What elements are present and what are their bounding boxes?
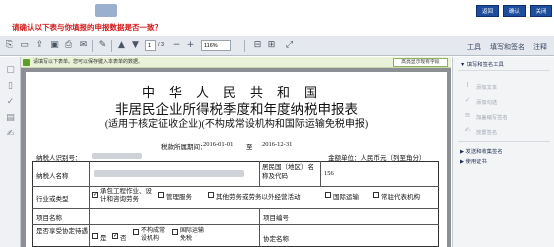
industry-label: 行业或类型 — [36, 196, 69, 203]
period-from[interactable]: 2016-01-01 — [203, 141, 233, 148]
industry-checkbox-management[interactable] — [158, 192, 164, 198]
add-check-item[interactable]: 添加勾选 — [476, 98, 497, 106]
form-subtitle: (适用于核定征收企业)(不构成常设机构和国际运输免税申报) — [104, 119, 369, 130]
arrow-down-icon[interactable]: ▼ — [129, 39, 142, 52]
treaty-option2-label: 国际运输免税 — [180, 228, 205, 242]
project-name-label: 项目名称 — [36, 215, 62, 222]
industry-checkbox-construction[interactable]: ✓ — [92, 192, 98, 198]
layers-icon[interactable]: ▤ — [4, 112, 17, 125]
table-row-divider — [32, 224, 439, 225]
email-icon[interactable]: ✉ — [77, 39, 90, 52]
residence-label: 居民国（地区）名称及代码 — [262, 164, 314, 180]
attachment-icon[interactable]: ✓ — [4, 96, 17, 109]
tab-tools[interactable]: 工具 — [467, 42, 481, 52]
fullscreen-icon[interactable]: ⤢ — [283, 39, 296, 52]
add-text-icon[interactable]: I — [463, 81, 472, 90]
table-col-divider — [89, 161, 90, 247]
add-initials-item[interactable]: 加盖缩写签名 — [476, 113, 508, 121]
signature-icon[interactable]: ✍ — [4, 128, 17, 141]
tab-fill-sign[interactable]: 填写和签名 — [490, 42, 525, 52]
table-col-divider — [259, 161, 260, 186]
save-icon[interactable]: ▣ — [48, 39, 61, 52]
fill-sign-tools-section[interactable]: ▼ 填写和签名工具 — [460, 60, 504, 68]
zoom-out-icon[interactable]: − — [170, 39, 183, 52]
table-row-divider — [32, 186, 439, 187]
zoom-in-icon[interactable]: + — [184, 39, 197, 52]
back-button[interactable]: 返回 — [476, 5, 499, 17]
project-number-label: 项目编号 — [263, 215, 289, 222]
period-label: 税款所属期间： — [161, 144, 207, 151]
place-signature-item[interactable]: 放置签名 — [476, 128, 497, 136]
treaty-yes-checkbox[interactable] — [92, 233, 98, 239]
open-folder-icon[interactable]: ▭ — [18, 39, 31, 52]
form-info-icon — [23, 59, 30, 66]
share-icon[interactable]: ⇪ — [33, 39, 46, 52]
confirm-prompt: 请确认以下表与你填报的申报数据是否一致？ — [12, 23, 162, 32]
confirm-button[interactable]: 确认 — [503, 5, 526, 17]
industry-option-construction: 承包工程作业、设计和咨询劳务 — [100, 188, 152, 203]
industry-option-representative: 常驻代表机构 — [381, 194, 420, 201]
treaty-option1-checkbox[interactable] — [133, 229, 139, 235]
initials-icon[interactable]: ≡ — [463, 111, 472, 120]
arrow-up-icon[interactable]: ▲ — [115, 39, 128, 52]
period-to-label: 至 — [246, 144, 253, 151]
place-signature-icon[interactable]: ✍ — [463, 126, 472, 135]
taxpayer-name-field[interactable] — [94, 170, 244, 177]
form-notice-bar: 请填写以下表单。您可以保存键入本表单的数据。 — [21, 57, 451, 68]
send-collect-section[interactable]: ▶ 发送和收集签名 — [460, 147, 503, 155]
toolbar-divider — [244, 40, 245, 52]
industry-option-transport: 国际运输 — [333, 194, 359, 201]
industry-checkbox-representative[interactable] — [373, 192, 379, 198]
close-button[interactable]: 关闭 — [530, 5, 552, 17]
table-col-divider — [320, 161, 321, 186]
treaty-no-checkbox[interactable]: ✓ — [112, 233, 118, 239]
page-number-input[interactable]: 1 — [145, 40, 156, 51]
period-to[interactable]: 2016-12-31 — [262, 141, 292, 148]
panel-divider — [458, 141, 550, 142]
page-total: / 3 — [158, 42, 165, 48]
pages-icon[interactable]: ▢ — [4, 64, 17, 77]
comment-icon[interactable]: ✎ — [96, 39, 109, 52]
toolbar-divider — [92, 40, 93, 52]
residence-code[interactable]: 156 — [324, 170, 334, 177]
treaty-label: 是否享受协定待遇 — [36, 228, 88, 235]
highlight-fields-button[interactable]: 高亮显示现有字段 — [393, 58, 448, 67]
add-check-icon[interactable]: ✓ — [463, 96, 472, 105]
use-certificate-section[interactable]: ▶ 使用证书 — [460, 157, 487, 165]
treaty-no-label: 否 — [120, 235, 127, 242]
taxpayer-name-label: 纳税人名称 — [36, 173, 69, 180]
add-text-item[interactable]: 添加文本 — [476, 83, 497, 91]
tab-comment[interactable]: 注释 — [533, 42, 547, 52]
industry-option-other: 其他劳务或劳务以外经营活动 — [216, 194, 301, 201]
industry-option-management: 管理服务 — [166, 194, 192, 201]
table-col-divider — [259, 208, 260, 247]
logo — [95, 4, 117, 17]
taxpayer-id-field[interactable] — [92, 153, 142, 159]
create-pdf-icon[interactable]: ⎘ — [3, 39, 16, 52]
agreement-label: 协定名称 — [263, 236, 289, 243]
treaty-option1-label: 不构成常设机构 — [141, 228, 166, 242]
zoom-select[interactable]: 116% — [201, 40, 231, 51]
panel-divider — [458, 70, 550, 71]
treaty-yes-label: 是 — [100, 235, 107, 242]
toolbar-divider — [111, 40, 112, 52]
print-icon[interactable]: ⎙ — [62, 39, 75, 52]
fit-width-icon[interactable]: ⊞ — [265, 39, 278, 52]
industry-checkbox-other[interactable] — [208, 192, 214, 198]
bookmark-icon[interactable]: ▯ — [4, 80, 17, 93]
fit-page-icon[interactable]: ⊟ — [251, 39, 264, 52]
industry-checkbox-transport[interactable] — [325, 192, 331, 198]
table-row-divider — [32, 208, 439, 209]
treaty-option2-checkbox[interactable] — [172, 229, 178, 235]
